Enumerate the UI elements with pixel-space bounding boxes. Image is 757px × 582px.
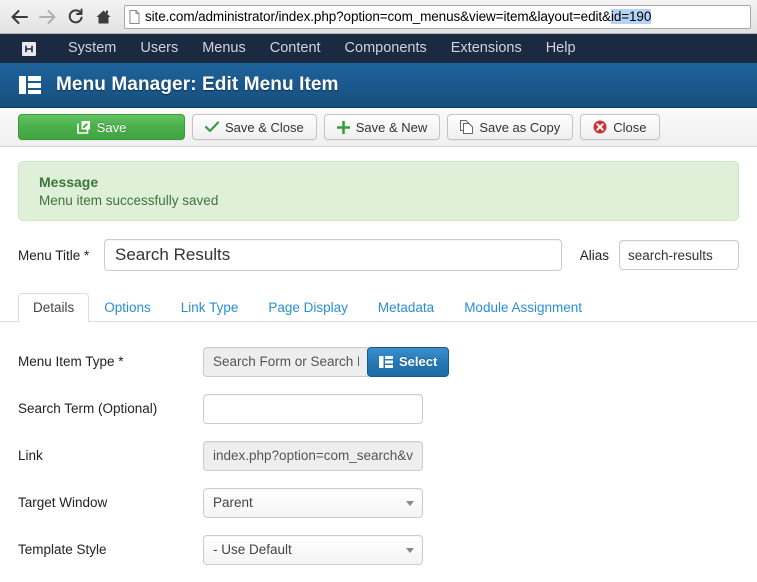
- home-icon: [95, 9, 112, 25]
- list-grid-icon: [379, 355, 393, 368]
- tab-details[interactable]: Details: [18, 292, 90, 322]
- status-message-title: Message: [39, 174, 99, 190]
- plus-icon: [336, 120, 350, 134]
- admin-menu-item-users[interactable]: Users: [128, 34, 190, 63]
- menu-item-type-label: Menu Item Type *: [18, 354, 124, 369]
- link-row: Link: [18, 432, 739, 479]
- save-new-button[interactable]: Save & New: [323, 114, 441, 140]
- save-new-button-label: Save & New: [355, 119, 428, 135]
- alias-input[interactable]: [619, 240, 739, 270]
- select-button-label: Select: [399, 354, 438, 369]
- menu-grid-icon: [18, 74, 42, 96]
- template-style-label: Template Style: [18, 542, 107, 557]
- target-window-value: Parent: [203, 487, 423, 518]
- menu-title-label: Menu Title *: [18, 247, 90, 263]
- menu-title-row: Menu Title * Alias: [18, 239, 739, 271]
- target-window-label: Target Window: [18, 495, 108, 510]
- admin-menu-item-help[interactable]: Help: [534, 34, 588, 63]
- details-form: Menu Item Type * Select: [18, 322, 739, 573]
- save-close-button-label: Save & Close: [225, 119, 304, 135]
- page-title: Menu Manager: Edit Menu Item: [56, 74, 339, 95]
- search-term-row: Search Term (Optional): [18, 385, 739, 432]
- reload-icon: [67, 8, 84, 25]
- save-as-copy-button[interactable]: Save as Copy: [447, 114, 574, 140]
- save-as-copy-button-label: Save as Copy: [479, 119, 561, 135]
- back-arrow-icon: [11, 9, 28, 24]
- page-content: Message Menu item successfully saved Men…: [0, 161, 757, 573]
- home-button[interactable]: [90, 4, 116, 30]
- status-message-text: Menu item successfully saved: [39, 193, 219, 208]
- status-message: Message Menu item successfully saved: [18, 161, 739, 221]
- menu-item-type-row: Menu Item Type * Select: [18, 338, 739, 385]
- admin-menu-item-components[interactable]: Components: [333, 34, 439, 63]
- menu-title-input[interactable]: [104, 239, 562, 271]
- template-style-value: - Use Default: [203, 534, 423, 565]
- chevron-down-icon: [406, 500, 414, 506]
- url-selected-id: id=190: [610, 9, 652, 24]
- target-window-select[interactable]: Parent: [203, 487, 423, 518]
- link-label: Link: [18, 448, 43, 463]
- admin-menu-bar: System Users Menus Content Components Ex…: [0, 34, 757, 63]
- close-circle-icon: [593, 120, 607, 134]
- tab-page-display[interactable]: Page Display: [253, 293, 363, 323]
- chevron-down-icon: [406, 547, 414, 553]
- back-button[interactable]: [6, 4, 32, 30]
- page-header: Menu Manager: Edit Menu Item: [0, 63, 757, 108]
- template-style-row: Template Style - Use Default: [18, 526, 739, 573]
- page-icon: [129, 9, 140, 24]
- close-button-label: Close: [613, 119, 647, 135]
- admin-menu-item-system[interactable]: System: [56, 34, 128, 63]
- menu-item-type-control: Select: [203, 346, 450, 377]
- alias-label: Alias: [579, 247, 609, 263]
- select-menu-item-type-button[interactable]: Select: [367, 346, 450, 377]
- save-button-label: Save: [96, 119, 127, 135]
- search-term-input[interactable]: [203, 393, 423, 424]
- template-style-select[interactable]: - Use Default: [203, 534, 423, 565]
- tab-metadata[interactable]: Metadata: [363, 293, 449, 323]
- tab-link-type[interactable]: Link Type: [166, 293, 254, 323]
- search-term-label: Search Term (Optional): [18, 401, 158, 416]
- admin-menu-item-menus[interactable]: Menus: [190, 34, 258, 63]
- close-button[interactable]: Close: [580, 114, 660, 140]
- reload-button[interactable]: [62, 4, 88, 30]
- tab-module-assignment[interactable]: Module Assignment: [449, 293, 597, 323]
- url-prefix: site.com/administrator/index.php?option=…: [145, 9, 611, 24]
- tab-strip: Details Options Link Type Page Display M…: [0, 291, 757, 322]
- forward-button[interactable]: [34, 4, 60, 30]
- check-icon: [205, 121, 219, 133]
- save-close-button[interactable]: Save & Close: [192, 114, 317, 140]
- target-window-row: Target Window Parent: [18, 479, 739, 526]
- forward-arrow-icon: [38, 9, 56, 24]
- copy-icon: [460, 120, 474, 134]
- url-text: site.com/administrator/index.php?option=…: [145, 9, 651, 24]
- admin-menu-item-content[interactable]: Content: [258, 34, 333, 63]
- address-bar[interactable]: site.com/administrator/index.php?option=…: [124, 4, 751, 29]
- tab-options[interactable]: Options: [89, 293, 166, 323]
- save-button[interactable]: Save: [18, 114, 185, 140]
- editor-toolbar: Save Save & Close Save & New Save as Cop…: [0, 108, 757, 147]
- joomla-logo-icon[interactable]: [18, 38, 40, 60]
- link-input[interactable]: [203, 440, 423, 471]
- pencil-square-icon: [76, 120, 91, 134]
- browser-toolbar: site.com/administrator/index.php?option=…: [0, 0, 757, 34]
- menu-item-type-input[interactable]: [203, 346, 368, 377]
- admin-menu-item-extensions[interactable]: Extensions: [439, 34, 534, 63]
